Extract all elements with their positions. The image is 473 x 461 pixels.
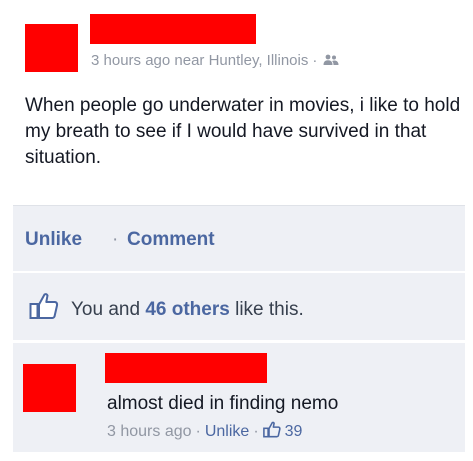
post: 3 hours ago near Huntley, Illinois · When…	[0, 0, 473, 205]
comment-thumbs-up-icon[interactable]	[262, 421, 281, 443]
likes-like-this: like this.	[229, 299, 304, 320]
comment: almost died in finding nemo 3 hours ago ·…	[13, 342, 465, 452]
comment-unlike-button[interactable]: Unlike	[205, 423, 249, 440]
post-timestamp[interactable]: 3 hours ago near Huntley, Illinois	[91, 52, 308, 69]
action-separator: ·	[112, 229, 119, 250]
likes-you-and: You and	[71, 299, 146, 320]
redacted-commenter-name	[105, 353, 267, 383]
comment-meta-separator: ·	[195, 423, 201, 440]
post-text: When people go underwater in movies, i l…	[25, 95, 461, 168]
bottom-margin	[0, 452, 473, 461]
redacted-avatar	[25, 24, 78, 72]
comment-like-count[interactable]: 39	[285, 423, 303, 440]
post-actions-bar: Unlike · Comment	[13, 205, 465, 271]
redacted-commenter-avatar	[23, 364, 76, 412]
post-meta: 3 hours ago near Huntley, Illinois ·	[91, 52, 339, 70]
likes-others-link[interactable]: 46 others	[145, 299, 229, 320]
redacted-author-name	[90, 14, 256, 44]
comment-timestamp[interactable]: 3 hours ago	[107, 423, 192, 440]
comment-meta-separator-2: ·	[253, 423, 259, 440]
comment-meta: 3 hours ago · Unlike · 39	[107, 421, 302, 443]
comment-text: almost died in finding nemo	[107, 393, 339, 414]
people-icon[interactable]	[323, 53, 339, 70]
unlike-button[interactable]: Unlike	[25, 229, 82, 251]
likes-summary: You and 46 others like this.	[13, 272, 465, 340]
meta-separator: ·	[312, 52, 318, 69]
likes-text: You and 46 others like this.	[71, 299, 304, 321]
thumbs-up-icon	[29, 292, 59, 325]
comment-button[interactable]: Comment	[127, 229, 215, 251]
